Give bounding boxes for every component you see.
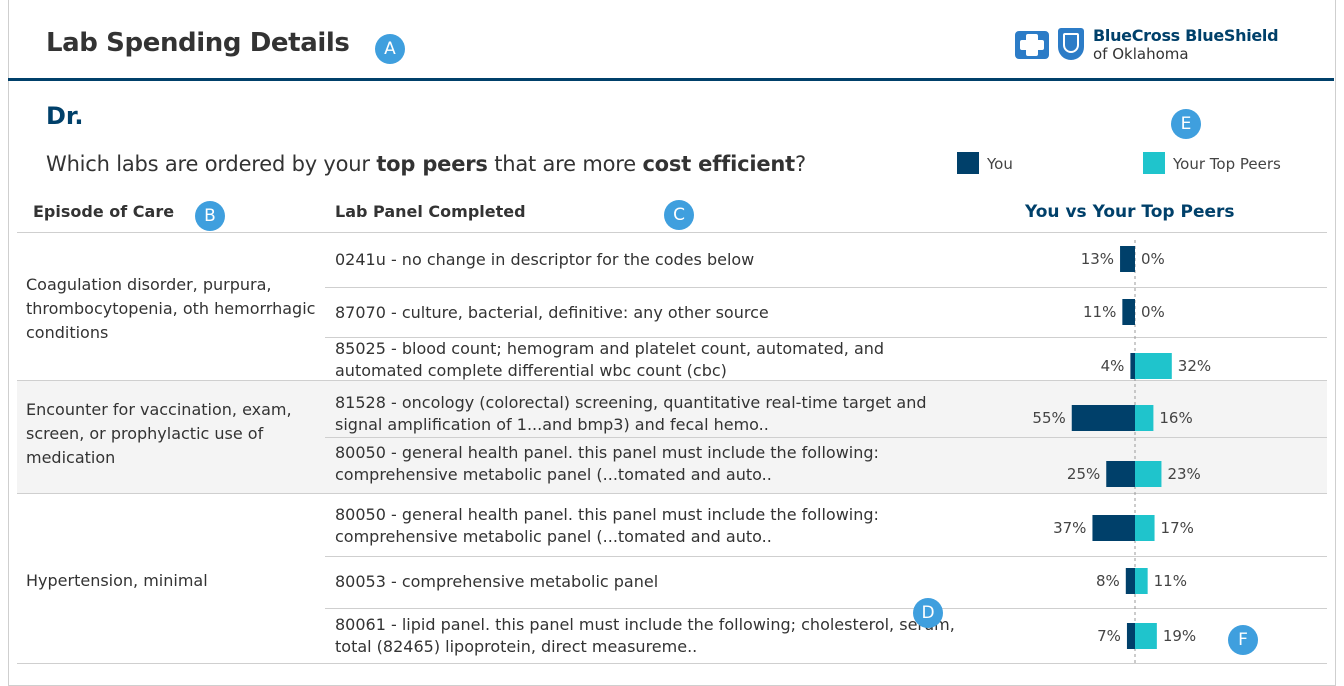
question-bold1: top peers (376, 152, 488, 176)
table-row: 80050 - general health panel. this panel… (325, 437, 1327, 494)
episode-label: Coagulation disorder, purpura, thrombocy… (26, 275, 316, 342)
table-row: 80050 - general health panel. this panel… (325, 494, 1327, 556)
blue-cross-icon (1015, 31, 1049, 59)
marker-b: B (195, 201, 225, 231)
episode-group: Encounter for vaccination, exam, screen,… (17, 381, 1327, 494)
column-header-lab: Lab Panel Completed (335, 202, 526, 221)
lab-panel-label: 80050 - general health panel. this panel… (335, 443, 879, 484)
question-part3: ? (794, 152, 806, 176)
table-row: 80053 - comprehensive metabolic panel (325, 556, 1327, 609)
episode-label: Encounter for vaccination, exam, screen,… (26, 400, 292, 467)
question-part2: that are more (487, 152, 643, 176)
episode-label: Hypertension, minimal (26, 571, 208, 590)
marker-f: F (1228, 625, 1258, 655)
doctor-name: Dr. (46, 102, 84, 130)
episode-group: Coagulation disorder, purpura, thrombocy… (17, 233, 1327, 381)
column-header-episode: Episode of Care (33, 202, 175, 221)
lab-panel-label: 80053 - comprehensive metabolic panel (335, 572, 659, 591)
lab-panel-label: 81528 - oncology (colorectal) screening,… (335, 393, 927, 434)
table-row: 81528 - oncology (colorectal) screening,… (325, 381, 1327, 437)
lab-panel-label: 87070 - culture, bacterial, definitive: … (335, 303, 769, 322)
legend-swatch-you (957, 152, 979, 174)
episode-group: Hypertension, minimal 80050 - general he… (17, 494, 1327, 664)
marker-e: E (1171, 109, 1201, 139)
legend-label-peers: Your Top Peers (1173, 155, 1281, 173)
table-row: 0241u - no change in descriptor for the … (325, 233, 1327, 287)
logo-text-line1: BlueCross BlueShield (1093, 26, 1279, 45)
lab-panel-label: 80061 - lipid panel. this panel must inc… (335, 615, 955, 656)
logo-text-line2: of Oklahoma (1093, 45, 1189, 63)
marker-d: D (913, 598, 943, 628)
marker-c: C (664, 200, 694, 230)
marker-a: A (375, 34, 405, 64)
table-row: 85025 - blood count; hemogram and platel… (325, 337, 1327, 381)
lab-panel-label: 0241u - no change in descriptor for the … (335, 250, 755, 269)
legend-label-you: You (987, 155, 1013, 173)
table-row: 87070 - culture, bacterial, definitive: … (325, 287, 1327, 338)
table-row: 80061 - lipid panel. this panel must inc… (325, 608, 1327, 664)
bcbs-logo: BlueCross BlueShield of Oklahoma (1015, 26, 1305, 67)
lab-panel-label: 85025 - blood count; hemogram and platel… (335, 339, 885, 380)
question-text: Which labs are ordered by your top peers… (46, 152, 806, 176)
legend-swatch-peers (1143, 152, 1165, 174)
question-bold2: cost efficient (642, 152, 795, 176)
column-header-chart: You vs Your Top Peers (1025, 202, 1235, 222)
lab-panel-label: 80050 - general health panel. this panel… (335, 505, 879, 546)
page-title: Lab Spending Details (46, 28, 350, 58)
blue-shield-icon (1058, 28, 1084, 60)
question-part1: Which labs are ordered by your (46, 152, 377, 176)
